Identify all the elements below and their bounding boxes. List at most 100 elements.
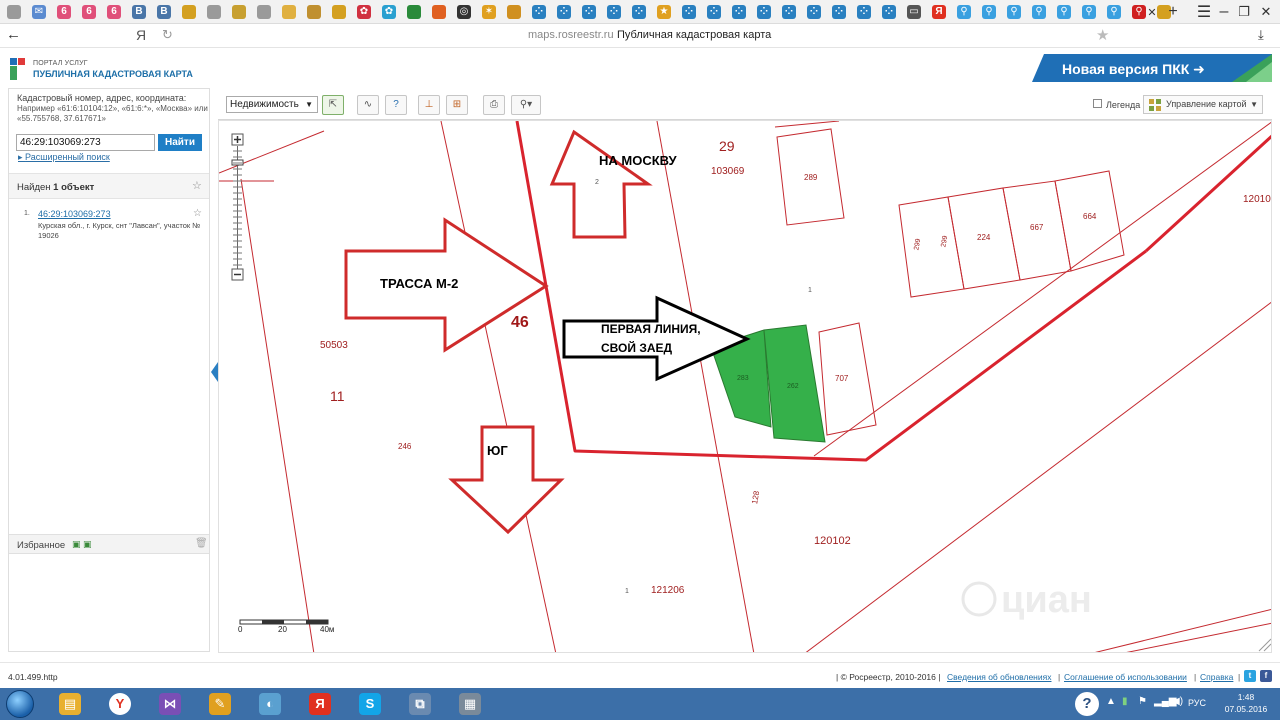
collapse-panel-handle[interactable]	[211, 362, 218, 382]
resize-grip-icon[interactable]	[1258, 638, 1271, 652]
print-icon[interactable]: ⎙	[483, 95, 505, 115]
measure-tool-icon[interactable]: ∿	[357, 95, 379, 115]
browser-tab[interactable]: ⁘	[578, 1, 600, 23]
browser-tab[interactable]: 6	[53, 1, 75, 23]
advanced-search-link[interactable]: ▸ Расширенный поиск	[18, 152, 110, 163]
bookmark-star-icon[interactable]: ★	[1096, 26, 1109, 44]
browser-tab[interactable]: ⁘	[528, 1, 550, 23]
browser-tab[interactable]: ✿	[378, 1, 400, 23]
browser-tab[interactable]: ⁘	[778, 1, 800, 23]
terms-link[interactable]: Соглашение об использовании	[1064, 672, 1187, 682]
reload-icon[interactable]: ↻	[162, 27, 173, 43]
system-clock[interactable]: 1:48 07.05.2016	[1216, 691, 1276, 715]
browser-tab[interactable]	[503, 1, 525, 23]
pointer-tool-icon[interactable]: ⇱	[322, 95, 344, 115]
browser-tab[interactable]: ⁘	[703, 1, 725, 23]
info-tool-icon[interactable]: ?	[385, 95, 407, 115]
language-indicator[interactable]: РУС	[1188, 698, 1206, 708]
taskbar-app[interactable]: S	[348, 690, 392, 718]
taskbar-app[interactable]: ⧉	[398, 690, 442, 718]
taskbar-app[interactable]: ▤	[48, 690, 92, 718]
browser-tab[interactable]	[228, 1, 250, 23]
advanced-search-label[interactable]: Расширенный поиск	[25, 152, 110, 162]
map-canvas[interactable]	[219, 121, 1272, 653]
help-icon[interactable]: ?	[1075, 692, 1099, 716]
browser-tab[interactable]	[278, 1, 300, 23]
browser-tab[interactable]: 6	[103, 1, 125, 23]
parcel-667[interactable]	[1054, 170, 1125, 272]
area-tool-icon[interactable]: ⊞	[446, 95, 468, 115]
browser-tab[interactable]: ⚲	[978, 1, 1000, 23]
find-button[interactable]: Найти	[158, 134, 202, 151]
new-tab-button[interactable]: +	[1161, 0, 1185, 24]
taskbar-app[interactable]: Y	[98, 690, 142, 718]
browser-tab[interactable]: ⁘	[878, 1, 900, 23]
back-arrow-icon[interactable]: ←	[6, 26, 21, 43]
legend-label[interactable]: Легенда	[1106, 100, 1140, 110]
browser-tab[interactable]	[178, 1, 200, 23]
close-window-icon[interactable]: ✕	[1254, 0, 1278, 24]
volume-icon[interactable]: ◀)	[1172, 696, 1183, 707]
download-icon[interactable]: ⤓	[1258, 27, 1264, 43]
browser-tab[interactable]	[203, 1, 225, 23]
twitter-icon[interactable]: t	[1244, 670, 1256, 682]
flag-icon[interactable]: ⚑	[1138, 696, 1147, 707]
legend-checkbox[interactable]	[1093, 99, 1102, 108]
browser-tab[interactable]: ⁘	[678, 1, 700, 23]
cadastral-map[interactable]: 29 103069 289 2 1 299 299 224 667 664 12…	[218, 120, 1272, 653]
taskbar-app[interactable]: Я	[298, 690, 342, 718]
browser-tab[interactable]: ⁘	[628, 1, 650, 23]
browser-tab[interactable]	[328, 1, 350, 23]
browser-tab[interactable]: ⁘	[853, 1, 875, 23]
browser-tab[interactable]: ⚲	[1003, 1, 1025, 23]
browser-tab[interactable]	[3, 1, 25, 23]
browser-tab[interactable]: ⚲	[1078, 1, 1100, 23]
browser-tab[interactable]: ▭	[903, 1, 925, 23]
browser-tab[interactable]: ✉	[28, 1, 50, 23]
search-input[interactable]	[16, 134, 155, 151]
url-text[interactable]: maps.rosreestr.ru	[528, 29, 614, 41]
new-version-label[interactable]: Новая версия ПКК ➜	[1062, 61, 1205, 78]
browser-tab[interactable]: B	[128, 1, 150, 23]
browser-tab[interactable]: 6	[78, 1, 100, 23]
parcel-299a[interactable]	[898, 196, 965, 298]
browser-tab[interactable]: ✶	[478, 1, 500, 23]
layer-select[interactable]: Недвижимость ▼	[226, 96, 318, 113]
restore-icon[interactable]: ❐	[1232, 0, 1256, 24]
taskbar-app[interactable]: ⋈	[148, 690, 192, 718]
start-button-icon[interactable]	[6, 690, 34, 718]
browser-tab[interactable]	[253, 1, 275, 23]
browser-tab[interactable]: ⁘	[728, 1, 750, 23]
browser-tab[interactable]	[403, 1, 425, 23]
browser-tab[interactable]: ⁘	[803, 1, 825, 23]
updates-link[interactable]: Сведения об обновлениях	[947, 672, 1051, 682]
favorites-export-icon[interactable]: ▣ ▣	[72, 539, 92, 550]
browser-tab[interactable]: ⚲	[1028, 1, 1050, 23]
browser-tab[interactable]: ◎	[453, 1, 475, 23]
result-cadastral-link[interactable]: 46:29:103069:273	[38, 209, 111, 219]
portal-logo-icon[interactable]	[8, 56, 28, 82]
browser-tab[interactable]: B	[153, 1, 175, 23]
browser-tab[interactable]	[428, 1, 450, 23]
help-link[interactable]: Справка	[1200, 672, 1233, 682]
browser-tab[interactable]: ⚲	[1053, 1, 1075, 23]
site-title[interactable]: ПУБЛИЧНАЯ КАДАСТРОВАЯ КАРТА	[33, 69, 193, 79]
trash-icon[interactable]: 🗑	[195, 538, 208, 549]
browser-tab[interactable]	[303, 1, 325, 23]
browser-tab[interactable]: ⚲	[1103, 1, 1125, 23]
browser-tab[interactable]: ⚲	[953, 1, 975, 23]
browser-tab[interactable]: ⁘	[753, 1, 775, 23]
result-favorite-star-icon[interactable]: ☆	[193, 208, 202, 219]
tray-expand-icon[interactable]: ▲	[1106, 696, 1116, 707]
browser-tab[interactable]: ⁘	[553, 1, 575, 23]
browser-tab[interactable]: ⁘	[828, 1, 850, 23]
ruler-tool-icon[interactable]: ⊥	[418, 95, 440, 115]
facebook-icon[interactable]: f	[1260, 670, 1272, 682]
taskbar-app[interactable]: ▦	[448, 690, 492, 718]
map-control-button[interactable]: Управление картой ▼	[1143, 95, 1263, 114]
browser-tab[interactable]: Я	[928, 1, 950, 23]
browser-tab[interactable]: ★	[653, 1, 675, 23]
browser-tab[interactable]: ⁘	[603, 1, 625, 23]
yandex-icon[interactable]: Я	[136, 27, 146, 43]
add-all-favorites-star-icon[interactable]: ☆	[192, 179, 202, 192]
